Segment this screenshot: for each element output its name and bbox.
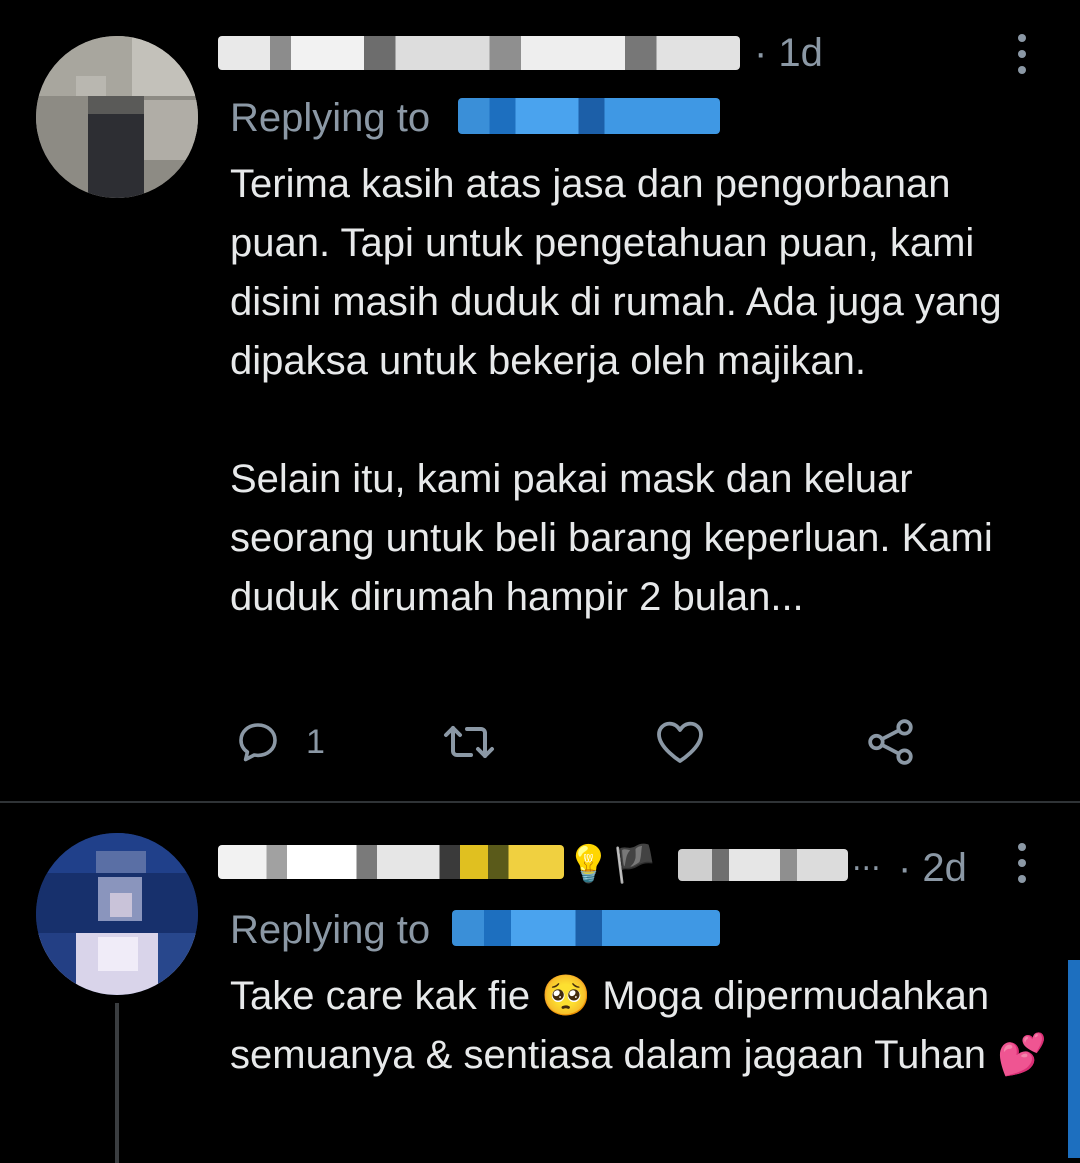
avatar[interactable]	[36, 833, 198, 995]
tweet-body: Take care kak fie 🥺 Moga dipermudahkan s…	[230, 967, 1050, 1085]
retweet-button[interactable]	[440, 712, 498, 772]
tweet-actions: 1	[0, 712, 1080, 772]
like-icon	[657, 721, 703, 763]
reply-tweet-1[interactable]: · 1d Replying to Terima kasih atas jasa …	[0, 0, 1080, 802]
share-icon	[868, 719, 913, 765]
reply-icon	[239, 723, 277, 762]
pleading-face-icon: 🥺	[541, 974, 592, 1018]
replying-to-handle-redacted[interactable]	[458, 98, 720, 134]
tweet-paragraph: Terima kasih atas jasa dan pengorbanan p…	[230, 162, 1002, 383]
lightbulb-icon: 💡	[566, 844, 611, 885]
reply-tweet-2[interactable]: 💡 🏴 ... · 2d Replying to Take care kak f…	[0, 803, 1080, 1163]
reply-count: 1	[306, 722, 325, 761]
like-button[interactable]	[654, 712, 706, 772]
replying-to-label: Replying to	[230, 96, 431, 140]
display-name-redacted[interactable]	[218, 845, 564, 879]
timestamp[interactable]: · 1d	[754, 33, 823, 73]
scrollbar[interactable]	[1068, 960, 1080, 1158]
thread-line	[115, 1003, 119, 1163]
more-options-button[interactable]	[1014, 32, 1030, 76]
retweet-icon	[444, 726, 494, 758]
more-options-button[interactable]	[1014, 841, 1030, 885]
name-ellipsis: ...	[852, 843, 881, 878]
flag-icon: 🏴	[612, 844, 657, 885]
tweet-paragraph: Selain itu, kami pakai mask dan keluar s…	[230, 457, 993, 619]
tweet-body: Terima kasih atas jasa dan pengorbanan p…	[230, 155, 1050, 627]
two-hearts-icon: 💕	[997, 1033, 1047, 1077]
replying-to-label: Replying to	[230, 908, 431, 952]
replying-to-handle-redacted[interactable]	[452, 910, 720, 946]
tweet-line: Take care kak fie 🥺 Moga dipermudahkan s…	[230, 967, 1050, 1085]
avatar[interactable]	[36, 36, 198, 198]
display-name-redacted[interactable]	[218, 36, 740, 70]
handle-redacted[interactable]	[678, 849, 848, 881]
tweet-text: Take care kak fie	[230, 974, 531, 1018]
share-button[interactable]	[866, 712, 916, 772]
reply-button[interactable]: 1	[234, 712, 325, 772]
timestamp[interactable]: · 2d	[898, 848, 967, 888]
